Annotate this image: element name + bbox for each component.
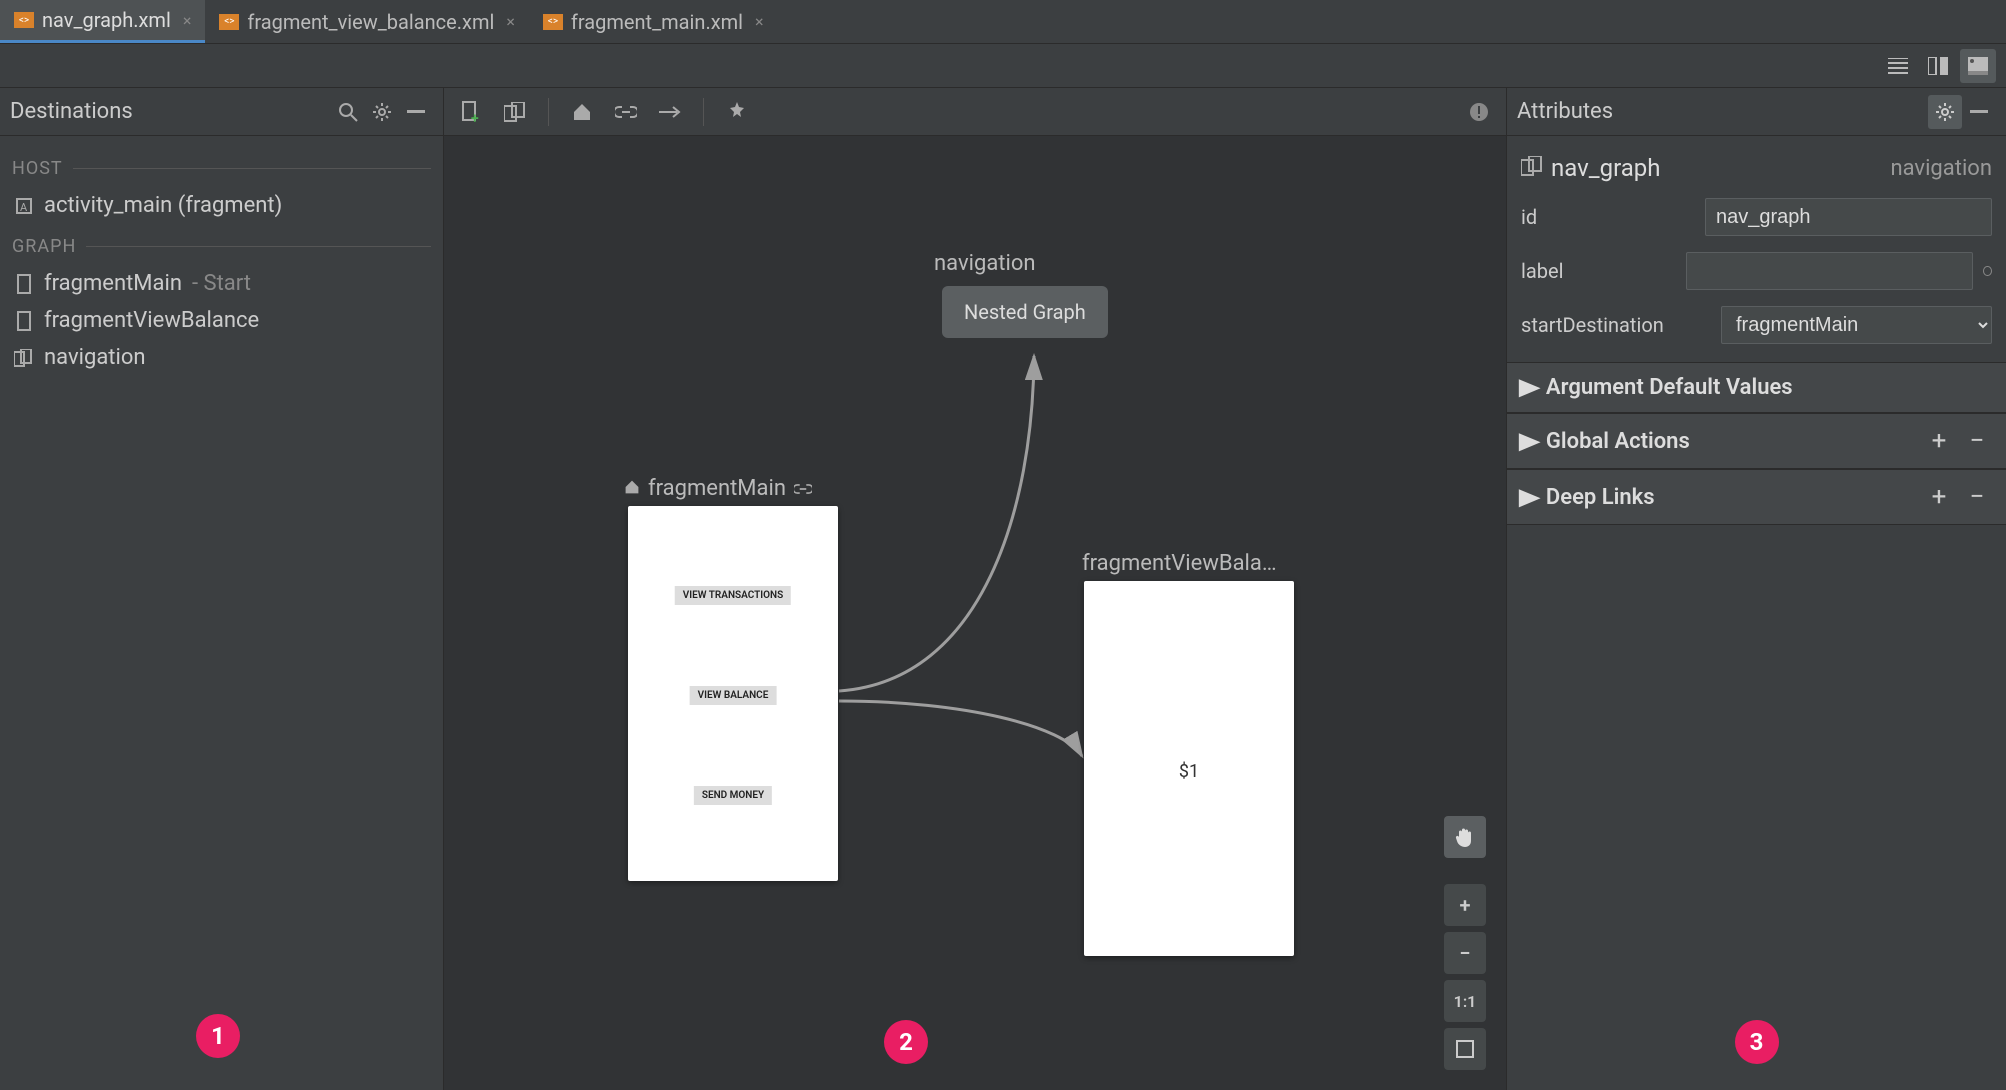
resource-picker-icon[interactable] bbox=[1983, 266, 1992, 276]
minimize-icon[interactable] bbox=[399, 95, 433, 129]
warnings-icon[interactable] bbox=[1462, 95, 1496, 129]
activity-icon: A bbox=[14, 196, 34, 216]
pan-hand-button[interactable] bbox=[1444, 816, 1486, 858]
view-design-button[interactable] bbox=[1960, 49, 1996, 83]
fragment-icon bbox=[14, 274, 34, 294]
add-icon[interactable]: + bbox=[1924, 426, 1954, 456]
link-icon bbox=[794, 476, 812, 501]
close-icon[interactable]: × bbox=[506, 12, 515, 31]
fragment-main-preview[interactable]: VIEW TRANSACTIONS VIEW BALANCE SEND MONE… bbox=[628, 506, 838, 881]
gear-icon[interactable] bbox=[365, 95, 399, 129]
callout-badge-2: 2 bbox=[884, 1020, 928, 1064]
nested-graph-icon[interactable] bbox=[498, 95, 532, 129]
nested-graph-node[interactable]: Nested Graph bbox=[942, 286, 1108, 338]
add-icon[interactable]: + bbox=[1924, 482, 1954, 512]
fragment-view-balance-preview[interactable]: $1 bbox=[1084, 581, 1294, 956]
preview-button-view-balance: VIEW BALANCE bbox=[690, 686, 777, 705]
zoom-in-button[interactable]: + bbox=[1444, 884, 1486, 926]
destinations-panel: Destinations HOST A activity_main (fragm… bbox=[0, 88, 444, 1090]
auto-arrange-icon[interactable] bbox=[720, 95, 754, 129]
tab-label: nav_graph.xml bbox=[42, 8, 171, 32]
attr-row-start-destination: startDestination fragmentMain bbox=[1521, 298, 1992, 352]
gear-icon[interactable] bbox=[1928, 95, 1962, 129]
label-input[interactable] bbox=[1686, 252, 1973, 290]
home-icon bbox=[624, 476, 640, 501]
link-icon[interactable] bbox=[609, 95, 643, 129]
graph-toolbar: + bbox=[444, 88, 1506, 136]
action-arrow-icon[interactable] bbox=[653, 95, 687, 129]
nested-graph-icon bbox=[1521, 156, 1543, 181]
zoom-reset-button[interactable]: 1:1 bbox=[1444, 980, 1486, 1022]
callout-badge-1-overlay: 1 bbox=[196, 1014, 240, 1058]
xml-file-icon: <> bbox=[543, 14, 563, 30]
tab-fragment-view-balance[interactable]: <> fragment_view_balance.xml × bbox=[205, 0, 529, 43]
list-item-suffix: - Start bbox=[192, 271, 251, 296]
callout-badge-3: 3 bbox=[1735, 1020, 1779, 1064]
tab-bar: <> nav_graph.xml × <> fragment_view_bala… bbox=[0, 0, 2006, 44]
view-code-button[interactable] bbox=[1880, 49, 1916, 83]
id-input[interactable] bbox=[1705, 198, 1992, 236]
preview-button-view-transactions: VIEW TRANSACTIONS bbox=[675, 586, 791, 605]
new-destination-icon[interactable]: + bbox=[454, 95, 488, 129]
host-section-label: HOST bbox=[12, 158, 431, 179]
svg-text:+: + bbox=[471, 111, 479, 123]
host-item[interactable]: A activity_main (fragment) bbox=[12, 187, 431, 224]
nested-graph-icon bbox=[14, 348, 34, 368]
attribute-node-header: nav_graph navigation bbox=[1521, 146, 1992, 190]
chevron-right-icon: ▶ bbox=[1519, 485, 1539, 510]
fragment-icon bbox=[14, 311, 34, 331]
remove-icon[interactable]: − bbox=[1962, 426, 1992, 456]
xml-file-icon: <> bbox=[14, 12, 34, 28]
graph-editor: + bbox=[444, 88, 1506, 1090]
zoom-out-button[interactable]: − bbox=[1444, 932, 1486, 974]
list-item-label: fragmentViewBalance bbox=[44, 308, 259, 333]
section-deep-links[interactable]: ▶ Deep Links + − bbox=[1507, 469, 2006, 525]
attributes-header: Attributes bbox=[1507, 88, 2006, 136]
svg-text:A: A bbox=[20, 201, 28, 214]
minimize-icon[interactable] bbox=[1962, 95, 1996, 129]
view-switcher bbox=[0, 44, 2006, 88]
attributes-panel: Attributes nav_graph navigation id bbox=[1506, 88, 2006, 1090]
preview-button-send-money: SEND MONEY bbox=[694, 786, 772, 805]
list-item-label: fragmentMain bbox=[44, 271, 182, 296]
close-icon[interactable]: × bbox=[183, 11, 192, 30]
search-icon[interactable] bbox=[331, 95, 365, 129]
panel-title: Attributes bbox=[1517, 99, 1613, 124]
destinations-header: Destinations bbox=[0, 88, 443, 136]
view-split-button[interactable] bbox=[1920, 49, 1956, 83]
nav-node-label: navigation bbox=[934, 251, 1036, 276]
attr-row-id: id bbox=[1521, 190, 1992, 244]
graph-item-navigation[interactable]: navigation bbox=[12, 339, 431, 376]
tab-label: fragment_view_balance.xml bbox=[247, 10, 494, 34]
preview-balance-value: $1 bbox=[1179, 761, 1199, 782]
graph-section-label: GRAPH bbox=[12, 236, 431, 257]
home-icon[interactable] bbox=[565, 95, 599, 129]
tab-fragment-main[interactable]: <> fragment_main.xml × bbox=[529, 0, 778, 43]
chevron-right-icon: ▶ bbox=[1519, 429, 1539, 454]
tab-nav-graph[interactable]: <> nav_graph.xml × bbox=[0, 0, 205, 43]
remove-icon[interactable]: − bbox=[1962, 482, 1992, 512]
panel-title: Destinations bbox=[10, 99, 133, 124]
graph-canvas[interactable]: navigation Nested Graph fragmentMain VIE… bbox=[444, 136, 1506, 1090]
close-icon[interactable]: × bbox=[755, 12, 764, 31]
list-item-label: activity_main (fragment) bbox=[44, 193, 282, 218]
chevron-right-icon: ▶ bbox=[1519, 375, 1539, 400]
graph-item-fragment-view-balance[interactable]: fragmentViewBalance bbox=[12, 302, 431, 339]
start-destination-select[interactable]: fragmentMain bbox=[1721, 306, 1992, 344]
zoom-controls: + − 1:1 bbox=[1444, 816, 1486, 1070]
section-argument-default-values[interactable]: ▶ Argument Default Values bbox=[1507, 362, 2006, 413]
section-global-actions[interactable]: ▶ Global Actions + − bbox=[1507, 413, 2006, 469]
xml-file-icon: <> bbox=[219, 14, 239, 30]
graph-item-fragment-main[interactable]: fragmentMain - Start bbox=[12, 265, 431, 302]
zoom-fit-button[interactable] bbox=[1444, 1028, 1486, 1070]
list-item-label: navigation bbox=[44, 345, 146, 370]
fragment-view-balance-label: fragmentViewBala… bbox=[1082, 551, 1277, 576]
attr-row-label: label bbox=[1521, 244, 1992, 298]
fragment-main-label: fragmentMain bbox=[624, 476, 812, 501]
tab-label: fragment_main.xml bbox=[571, 10, 743, 34]
